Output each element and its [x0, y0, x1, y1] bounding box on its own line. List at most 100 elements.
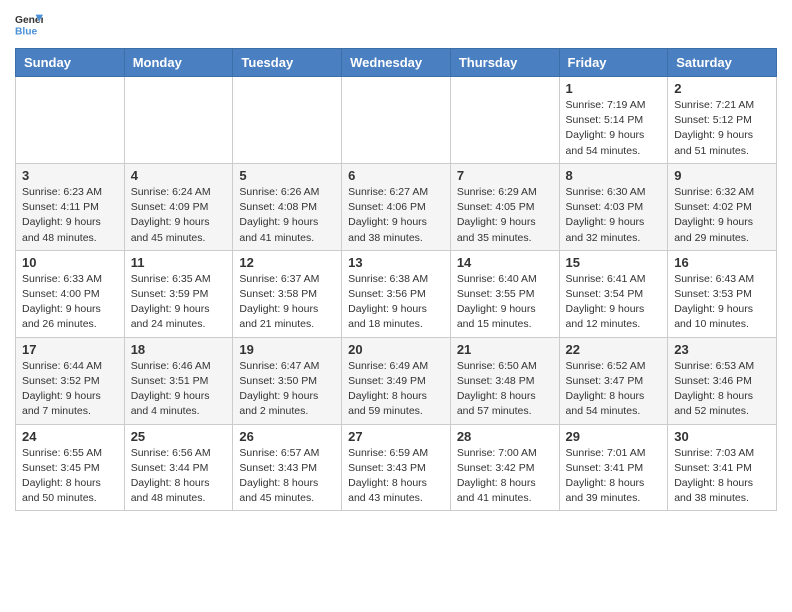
day-number: 14 [457, 255, 553, 270]
calendar-cell: 18Sunrise: 6:46 AM Sunset: 3:51 PM Dayli… [124, 337, 233, 424]
calendar-week-3: 10 Sunrise: 6:33 AM Sunset: 4:00 PM Dayli… [16, 250, 777, 337]
calendar-table: SundayMondayTuesdayWednesdayThursdayFrid… [15, 48, 777, 511]
day-number: 25 [131, 429, 227, 444]
day-info: Sunrise: 6:32 AM Sunset: 4:02 PM Dayligh… [674, 185, 770, 246]
calendar-cell: 5 Sunrise: 6:26 AM Sunset: 4:08 PM Daylig… [233, 163, 342, 250]
day-info: Sunrise: 6:23 AM Sunset: 4:11 PM Dayligh… [22, 185, 118, 246]
calendar-cell: 27Sunrise: 6:59 AM Sunset: 3:43 PM Dayli… [342, 424, 451, 511]
day-info: Sunrise: 6:56 AM Sunset: 3:44 PM Dayligh… [131, 446, 227, 507]
calendar-cell: 8 Sunrise: 6:30 AM Sunset: 4:03 PM Daylig… [559, 163, 668, 250]
calendar-cell: 26 Sunrise: 6:57 AM Sunset: 3:43 PM Dayli… [233, 424, 342, 511]
day-number: 12 [239, 255, 335, 270]
day-info: Sunrise: 6:41 AM Sunset: 3:54 PM Dayligh… [566, 272, 662, 333]
logo-icon: General Blue [15, 10, 43, 38]
calendar-cell: 19 Sunrise: 6:47 AM Sunset: 3:50 PM Dayli… [233, 337, 342, 424]
calendar-cell: 16Sunrise: 6:43 AM Sunset: 3:53 PM Dayli… [668, 250, 777, 337]
calendar-week-5: 24 Sunrise: 6:55 AM Sunset: 3:45 PM Dayli… [16, 424, 777, 511]
day-info: Sunrise: 6:47 AM Sunset: 3:50 PM Dayligh… [239, 359, 335, 420]
calendar-cell: 2 Sunrise: 7:21 AM Sunset: 5:12 PM Daylig… [668, 77, 777, 164]
day-number: 16 [674, 255, 770, 270]
day-number: 15 [566, 255, 662, 270]
day-number: 26 [239, 429, 335, 444]
calendar-cell: 15 Sunrise: 6:41 AM Sunset: 3:54 PM Dayli… [559, 250, 668, 337]
day-info: Sunrise: 6:44 AM Sunset: 3:52 PM Dayligh… [22, 359, 118, 420]
day-info: Sunrise: 6:52 AM Sunset: 3:47 PM Dayligh… [566, 359, 662, 420]
calendar-cell: 13 Sunrise: 6:38 AM Sunset: 3:56 PM Dayli… [342, 250, 451, 337]
calendar-cell [124, 77, 233, 164]
calendar-cell: 25 Sunrise: 6:56 AM Sunset: 3:44 PM Dayli… [124, 424, 233, 511]
day-number: 2 [674, 81, 770, 96]
calendar-cell: 12 Sunrise: 6:37 AM Sunset: 3:58 PM Dayli… [233, 250, 342, 337]
calendar-cell: 6Sunrise: 6:27 AM Sunset: 4:06 PM Daylig… [342, 163, 451, 250]
day-number: 1 [566, 81, 662, 96]
day-number: 10 [22, 255, 118, 270]
weekday-header-monday: Monday [124, 49, 233, 77]
calendar-cell: 4Sunrise: 6:24 AM Sunset: 4:09 PM Daylig… [124, 163, 233, 250]
day-info: Sunrise: 6:40 AM Sunset: 3:55 PM Dayligh… [457, 272, 553, 333]
day-info: Sunrise: 6:53 AM Sunset: 3:46 PM Dayligh… [674, 359, 770, 420]
day-number: 9 [674, 168, 770, 183]
day-number: 30 [674, 429, 770, 444]
day-number: 19 [239, 342, 335, 357]
calendar-week-2: 3 Sunrise: 6:23 AM Sunset: 4:11 PM Daylig… [16, 163, 777, 250]
day-number: 24 [22, 429, 118, 444]
day-number: 11 [131, 255, 227, 270]
day-info: Sunrise: 6:30 AM Sunset: 4:03 PM Dayligh… [566, 185, 662, 246]
calendar-week-1: 1 Sunrise: 7:19 AM Sunset: 5:14 PM Daylig… [16, 77, 777, 164]
calendar-cell: 3 Sunrise: 6:23 AM Sunset: 4:11 PM Daylig… [16, 163, 125, 250]
calendar-header: SundayMondayTuesdayWednesdayThursdayFrid… [16, 49, 777, 77]
day-info: Sunrise: 6:26 AM Sunset: 4:08 PM Dayligh… [239, 185, 335, 246]
day-info: Sunrise: 6:57 AM Sunset: 3:43 PM Dayligh… [239, 446, 335, 507]
day-number: 5 [239, 168, 335, 183]
weekday-header-thursday: Thursday [450, 49, 559, 77]
day-number: 29 [566, 429, 662, 444]
calendar-body: 1 Sunrise: 7:19 AM Sunset: 5:14 PM Daylig… [16, 77, 777, 511]
calendar-week-4: 17 Sunrise: 6:44 AM Sunset: 3:52 PM Dayli… [16, 337, 777, 424]
calendar-cell: 20Sunrise: 6:49 AM Sunset: 3:49 PM Dayli… [342, 337, 451, 424]
day-number: 3 [22, 168, 118, 183]
page-container: General Blue SundayMondayTuesdayWednesda… [0, 0, 792, 521]
calendar-cell: 29 Sunrise: 7:01 AM Sunset: 3:41 PM Dayli… [559, 424, 668, 511]
calendar-cell [342, 77, 451, 164]
weekday-row: SundayMondayTuesdayWednesdayThursdayFrid… [16, 49, 777, 77]
calendar-cell: 24 Sunrise: 6:55 AM Sunset: 3:45 PM Dayli… [16, 424, 125, 511]
weekday-header-wednesday: Wednesday [342, 49, 451, 77]
day-info: Sunrise: 6:37 AM Sunset: 3:58 PM Dayligh… [239, 272, 335, 333]
calendar-cell: 1 Sunrise: 7:19 AM Sunset: 5:14 PM Daylig… [559, 77, 668, 164]
day-number: 13 [348, 255, 444, 270]
day-number: 21 [457, 342, 553, 357]
day-info: Sunrise: 7:19 AM Sunset: 5:14 PM Dayligh… [566, 98, 662, 159]
logo: General Blue [15, 10, 47, 38]
day-info: Sunrise: 6:55 AM Sunset: 3:45 PM Dayligh… [22, 446, 118, 507]
day-number: 28 [457, 429, 553, 444]
calendar-cell: 17 Sunrise: 6:44 AM Sunset: 3:52 PM Dayli… [16, 337, 125, 424]
svg-text:Blue: Blue [15, 26, 38, 37]
day-info: Sunrise: 6:38 AM Sunset: 3:56 PM Dayligh… [348, 272, 444, 333]
day-number: 7 [457, 168, 553, 183]
calendar-cell: 14 Sunrise: 6:40 AM Sunset: 3:55 PM Dayli… [450, 250, 559, 337]
weekday-header-saturday: Saturday [668, 49, 777, 77]
calendar-cell: 9 Sunrise: 6:32 AM Sunset: 4:02 PM Daylig… [668, 163, 777, 250]
day-info: Sunrise: 7:01 AM Sunset: 3:41 PM Dayligh… [566, 446, 662, 507]
day-info: Sunrise: 6:59 AM Sunset: 3:43 PM Dayligh… [348, 446, 444, 507]
calendar-cell: 21Sunrise: 6:50 AM Sunset: 3:48 PM Dayli… [450, 337, 559, 424]
day-info: Sunrise: 7:00 AM Sunset: 3:42 PM Dayligh… [457, 446, 553, 507]
day-number: 23 [674, 342, 770, 357]
day-number: 17 [22, 342, 118, 357]
day-info: Sunrise: 6:29 AM Sunset: 4:05 PM Dayligh… [457, 185, 553, 246]
calendar-cell: 11 Sunrise: 6:35 AM Sunset: 3:59 PM Dayli… [124, 250, 233, 337]
calendar-cell [16, 77, 125, 164]
calendar-cell: 23 Sunrise: 6:53 AM Sunset: 3:46 PM Dayli… [668, 337, 777, 424]
day-number: 18 [131, 342, 227, 357]
calendar-cell: 28 Sunrise: 7:00 AM Sunset: 3:42 PM Dayli… [450, 424, 559, 511]
calendar-cell: 10 Sunrise: 6:33 AM Sunset: 4:00 PM Dayli… [16, 250, 125, 337]
weekday-header-sunday: Sunday [16, 49, 125, 77]
day-info: Sunrise: 6:24 AM Sunset: 4:09 PM Dayligh… [131, 185, 227, 246]
day-number: 8 [566, 168, 662, 183]
calendar-cell [233, 77, 342, 164]
day-info: Sunrise: 6:33 AM Sunset: 4:00 PM Dayligh… [22, 272, 118, 333]
day-info: Sunrise: 6:27 AM Sunset: 4:06 PM Dayligh… [348, 185, 444, 246]
day-info: Sunrise: 6:35 AM Sunset: 3:59 PM Dayligh… [131, 272, 227, 333]
header: General Blue [15, 10, 777, 38]
day-info: Sunrise: 7:21 AM Sunset: 5:12 PM Dayligh… [674, 98, 770, 159]
